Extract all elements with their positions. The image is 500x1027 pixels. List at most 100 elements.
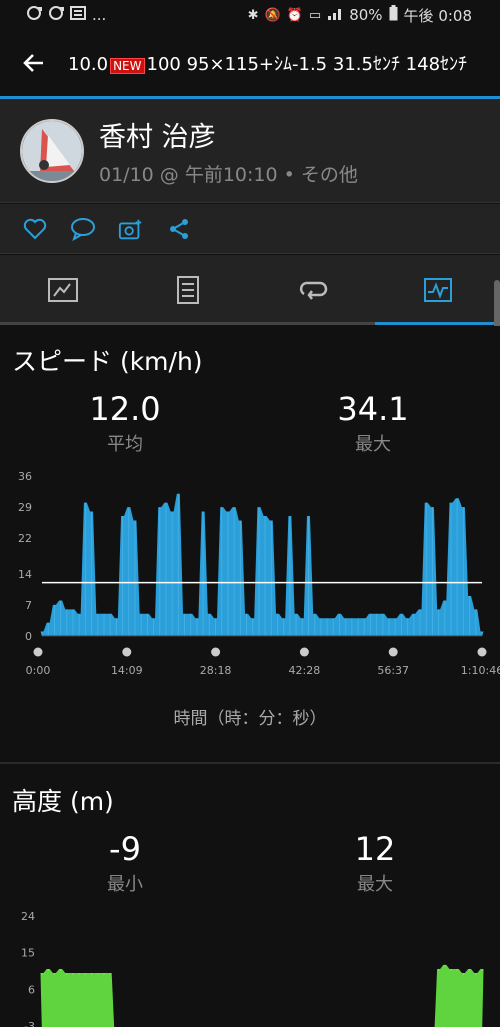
speed-point	[153, 618, 155, 636]
speed-point	[122, 516, 124, 636]
x-tick-marker	[211, 647, 221, 657]
action-row	[0, 204, 500, 254]
tab-laps[interactable]	[250, 255, 375, 325]
speed-area	[40, 493, 484, 636]
speed-point	[338, 613, 340, 636]
speed-point	[450, 502, 452, 636]
altitude-point	[66, 973, 68, 976]
y-tick-label: 22	[18, 532, 32, 545]
altitude-point	[78, 973, 80, 976]
altitude-min-label: 最小	[107, 874, 143, 895]
tab-charts[interactable]	[375, 255, 500, 325]
speed-point	[407, 618, 409, 636]
back-arrow-icon	[23, 54, 43, 72]
altitude-point	[47, 968, 49, 971]
tab-underline-active	[375, 322, 500, 325]
comment-button[interactable]	[70, 216, 96, 242]
altitude-point	[97, 973, 99, 976]
altitude-area	[40, 964, 484, 1027]
speed-section: スピード (km/h) 12.0 平均 34.1 最大 0 7 14 22 29 36 0:…	[0, 326, 500, 762]
speed-point	[289, 516, 291, 636]
chart-icon	[423, 278, 452, 302]
sync-icon	[26, 5, 42, 25]
back-button[interactable]	[0, 30, 68, 96]
speed-point	[134, 520, 136, 636]
speed-chart-svg: 0 7 14 22 29 36 0:00 14:09 28:18 42:28 56:37 1:10:4…	[18, 470, 500, 677]
speed-point	[91, 511, 93, 636]
speed-max: 34.1 最大	[303, 390, 443, 456]
speed-point	[165, 502, 167, 636]
speed-point	[159, 507, 161, 636]
speed-point	[475, 609, 477, 636]
altitude-point	[84, 973, 86, 976]
altitude-point	[475, 973, 477, 976]
speed-point	[246, 613, 248, 636]
speed-point	[41, 631, 43, 636]
speed-chart[interactable]: 0 7 14 22 29 36 0:00 14:09 28:18 42:28 56:37 1:10:4…	[0, 466, 500, 686]
tab-stats[interactable]	[125, 255, 250, 325]
speed-point	[72, 609, 74, 636]
tab-underline	[250, 322, 375, 325]
altitude-point	[456, 968, 458, 971]
speed-point	[345, 618, 347, 636]
y-tick-label: 36	[18, 470, 32, 483]
status-ellipsis: ...	[92, 6, 107, 24]
x-tick-marker	[477, 647, 487, 657]
speed-point	[270, 520, 272, 636]
speed-point	[190, 613, 192, 636]
mute-icon: 🔕	[264, 7, 281, 23]
altitude-max: 12 最大	[305, 830, 445, 896]
speed-average: 12.0 平均	[55, 390, 195, 456]
altitude-max-label: 最大	[357, 874, 393, 895]
altitude-point	[60, 968, 62, 971]
x-tick-label: 42:28	[289, 664, 321, 677]
altitude-point	[91, 973, 93, 976]
speed-point	[388, 618, 390, 636]
add-photo-button[interactable]	[118, 216, 144, 242]
altitude-point	[450, 968, 452, 971]
status-time: 午後 0:08	[403, 6, 472, 25]
share-button[interactable]	[166, 216, 192, 242]
speed-point	[146, 613, 148, 636]
speed-point	[394, 618, 396, 636]
avatar[interactable]	[20, 118, 84, 183]
speed-point	[84, 502, 86, 636]
x-tick-label: 14:09	[111, 664, 143, 677]
x-tick-marker	[388, 647, 398, 657]
speed-point	[239, 520, 241, 636]
x-tick-marker	[122, 647, 132, 657]
altitude-point	[462, 973, 464, 976]
camera-add-icon	[118, 219, 142, 239]
title-post: 100 95×115+ｼﾑ-1.5 31.5ｾﾝﾁ 148ｾﾝﾁ	[146, 54, 468, 75]
altitude-chart[interactable]: -3 6 15 24	[0, 904, 500, 1027]
activity-meta: 01/10 @ 午前10:10 • その他	[99, 163, 358, 186]
speed-point	[252, 618, 254, 636]
speed-point	[419, 609, 421, 636]
like-button[interactable]	[22, 216, 48, 242]
speed-max-value: 34.1	[337, 390, 409, 428]
speed-point	[357, 618, 359, 636]
speed-point	[320, 618, 322, 636]
speed-point	[103, 613, 105, 636]
speed-point	[227, 511, 229, 636]
document-icon	[176, 276, 199, 304]
speed-average-label: 平均	[107, 434, 143, 455]
y-tick-label: 29	[18, 501, 32, 514]
user-name: 香村 治彦	[99, 121, 216, 153]
speed-point	[109, 613, 111, 636]
speed-point	[301, 618, 303, 636]
y-tick-label: 14	[18, 568, 32, 581]
alarm-icon: ⏰	[286, 7, 303, 23]
speed-point	[462, 507, 464, 636]
activity-title: 10.0 NEW 100 95×115+ｼﾑ-1.5 31.5ｾﾝﾁ 148ｾﾝﾁ	[68, 50, 500, 76]
altitude-min: -9 最小	[55, 830, 195, 896]
speed-title: スピード (km/h)	[12, 347, 203, 376]
altitude-point	[53, 973, 55, 976]
altitude-point	[444, 964, 446, 967]
speed-point	[171, 511, 173, 636]
bluetooth-icon: ✱	[247, 7, 259, 23]
speed-x-caption: 時間（時：分：秒）	[173, 709, 327, 729]
speed-point	[53, 604, 55, 636]
tab-overview[interactable]	[0, 255, 125, 325]
speed-point	[400, 613, 402, 636]
